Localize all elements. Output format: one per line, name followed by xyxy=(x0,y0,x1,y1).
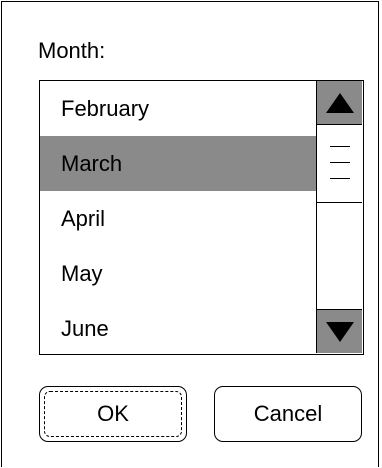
ok-button-label: OK xyxy=(97,401,129,426)
ok-button[interactable]: OK xyxy=(39,386,187,442)
grip-line-icon xyxy=(330,146,350,147)
list-item-march[interactable]: March xyxy=(40,136,316,191)
cancel-button-label: Cancel xyxy=(253,401,323,426)
list-item-label: June xyxy=(61,315,109,341)
list-item-april[interactable]: April xyxy=(40,191,316,246)
scroll-up-button[interactable] xyxy=(317,81,362,125)
list-item-june[interactable]: June xyxy=(40,301,316,356)
list-item-label: February xyxy=(61,95,150,121)
vertical-scrollbar[interactable] xyxy=(316,81,362,353)
scroll-thumb[interactable] xyxy=(317,125,362,203)
arrow-up-icon xyxy=(325,92,354,113)
arrow-down-icon xyxy=(325,321,354,342)
list-item-label: March xyxy=(61,150,123,176)
list-item-may[interactable]: May xyxy=(40,246,316,301)
scroll-down-button[interactable] xyxy=(317,309,362,353)
list-item-label: May xyxy=(61,260,103,286)
month-label: Month: xyxy=(38,38,106,63)
grip-line-icon xyxy=(330,162,350,163)
list-item-label: April xyxy=(61,205,106,231)
cancel-button[interactable]: Cancel xyxy=(214,386,362,442)
month-dialog: Month: February March April May June OK … xyxy=(1,1,379,467)
list-item-february[interactable]: February xyxy=(40,81,316,136)
month-list[interactable]: February March April May June xyxy=(40,81,316,353)
month-listbox[interactable]: February March April May June xyxy=(39,80,364,355)
grip-line-icon xyxy=(330,178,350,179)
